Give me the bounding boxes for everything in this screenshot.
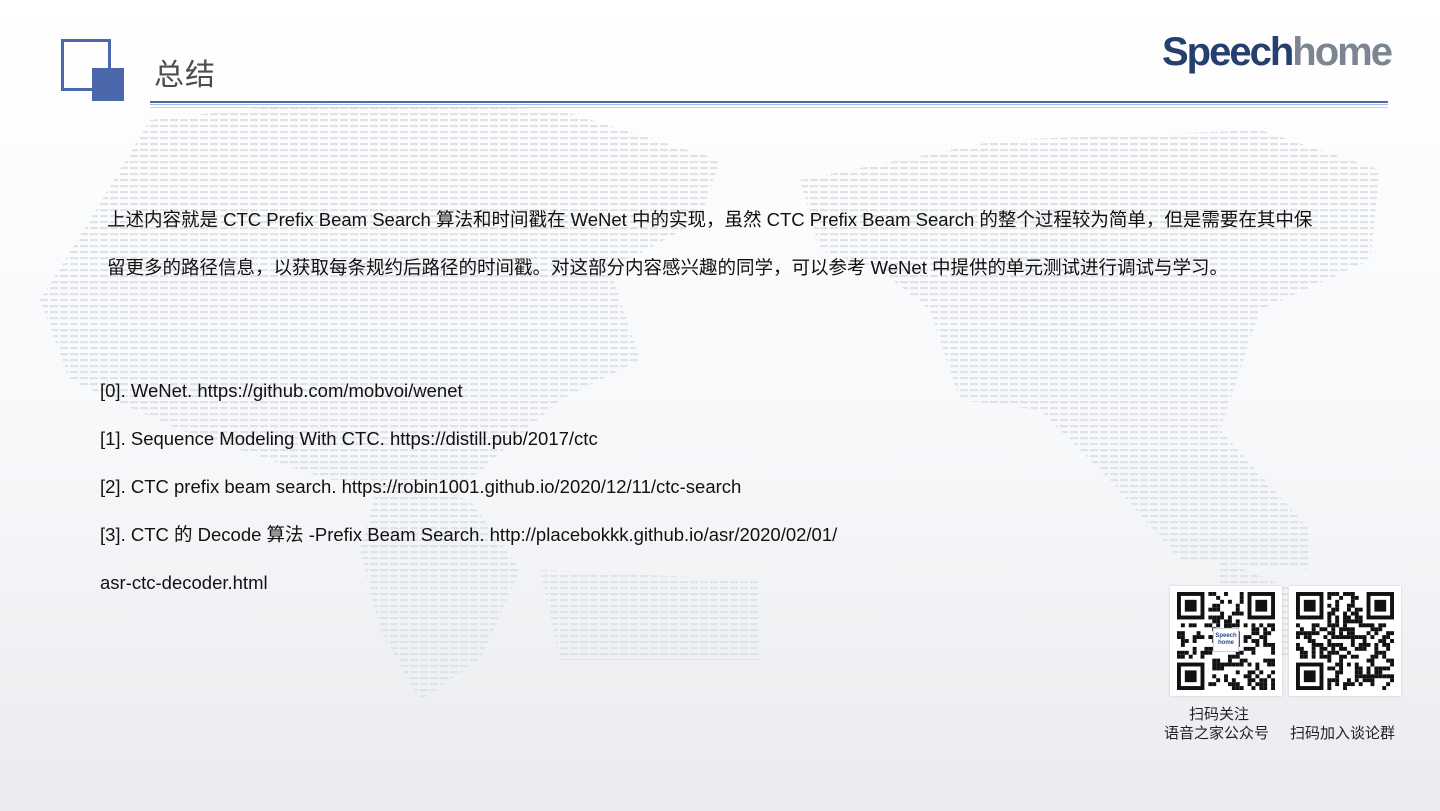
reference-list: [0]. WeNet. https://github.com/mobvoi/we…	[100, 367, 1000, 607]
speechhome-logo: Speechhome	[1162, 30, 1393, 75]
reference-1: [1]. Sequence Modeling With CTC. https:/…	[100, 428, 598, 449]
reference-0: [0]. WeNet. https://github.com/mobvoi/we…	[100, 380, 463, 401]
header-rule-thin	[150, 104, 1388, 105]
qr-code-icon	[1296, 592, 1394, 690]
header-rule	[150, 101, 1388, 103]
slide: 总结 Speechhome 上述内容就是 CTC Prefix Beam Sea…	[0, 0, 1440, 811]
brand-part-home: home	[1292, 30, 1393, 74]
header-rule-faint	[150, 107, 1388, 108]
summary-paragraph: 上述内容就是 CTC Prefix Beam Search 算法和时间戳在 We…	[107, 209, 1313, 278]
brand-part-speech: Speech	[1162, 30, 1294, 74]
reference-3-continued: asr-ctc-decoder.html	[100, 572, 268, 593]
title-mark-icon	[60, 38, 128, 104]
slide-title: 总结	[154, 58, 216, 93]
reference-3: [3]. CTC 的 Decode 算法 -Prefix Beam Search…	[100, 524, 838, 545]
reference-2: [2]. CTC prefix beam search. https://rob…	[100, 476, 742, 497]
qr-caption-scan-follow: 扫码关注	[1189, 705, 1250, 723]
qr-center-logo-icon: Speech home	[1213, 628, 1239, 652]
qr-code-discussion-group[interactable]	[1289, 586, 1401, 696]
qr-caption-discussion-group: 扫码加入谈论群	[1290, 724, 1396, 742]
qr-caption-official-account: 语音之家公众号	[1164, 724, 1270, 742]
qr-code-official-account[interactable]: Speech home	[1170, 586, 1282, 696]
